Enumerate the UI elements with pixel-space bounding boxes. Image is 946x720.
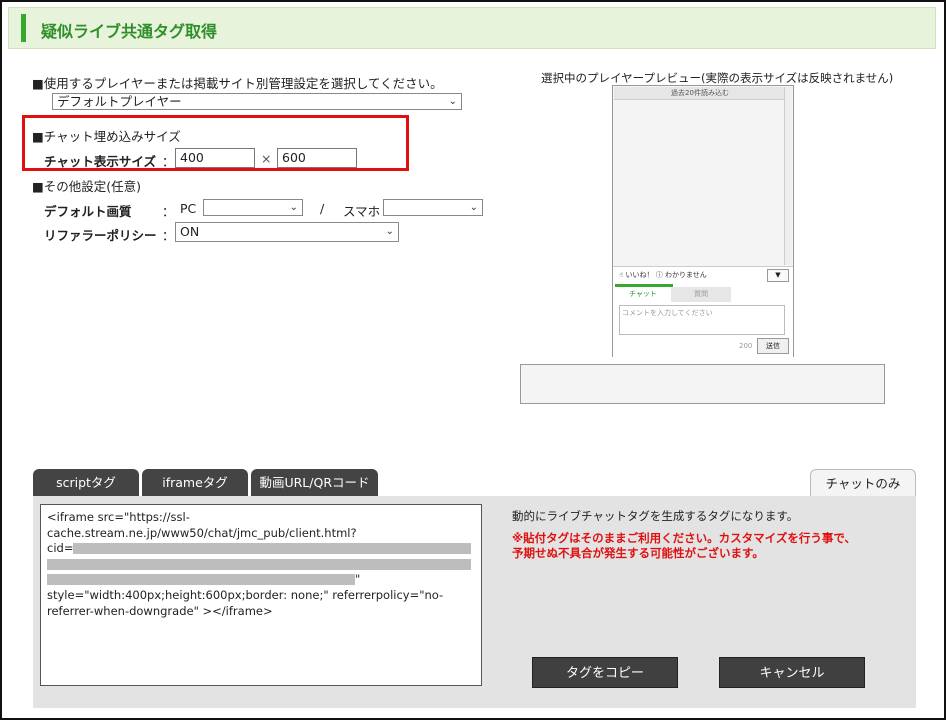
header-accent-bar [21,14,26,42]
player-select-label: ■使用するプレイヤーまたは掲載サイト別管理設定を選択してください。 [32,76,443,91]
preview-chat-area: ☝ いいね！ ⓘ わかりません ▼ チャット 質問 コメントを入力してください … [613,266,793,357]
tab-chat[interactable]: チャット [629,289,657,299]
preview-dropdown-icon[interactable]: ▼ [767,269,789,282]
chevron-down-icon: ⌄ [448,96,457,107]
warning-line-2: 予期せぬ不具合が発生する可能性がございます。 [512,546,764,560]
quality-label: デフォルト画質 [44,204,132,219]
load-past-button[interactable]: 過去20件読み込む [614,87,786,100]
preview-label: 選択中のプレイヤープレビュー(実際の表示サイズは反映されません) [541,71,894,85]
send-button[interactable]: 送信 [757,338,789,354]
tab-chat-only[interactable]: チャットのみ [810,469,916,496]
tag-description: 動的にライブチャットタグを生成するタグになります。 [512,509,799,523]
sp-quality-select[interactable]: ⌄ [383,199,483,216]
redacted-block [73,543,472,555]
warning-line-1: ※貼付タグはそのままご利用ください。カスタマイズを行う事で、 [512,531,856,545]
cancel-button[interactable]: キャンセル [719,657,865,688]
player-select-value: デフォルトプレイヤー [57,94,182,109]
thumbs-up-icon[interactable]: ☝ [619,271,623,279]
redacted-block [47,574,355,586]
sp-label: スマホ [343,204,381,219]
player-preview: 過去20件読み込む ☝ いいね！ ⓘ わかりません ▼ チャット 質問 コメント… [612,85,794,357]
quality-colon: ： [162,204,175,219]
chat-size-colon: ： [162,154,175,169]
page-title: 疑似ライブ共通タグ取得 [41,22,218,41]
preview-info-box [520,364,885,404]
chat-size-heading: ■チャット埋め込みサイズ [32,129,181,144]
chevron-down-icon: ⌄ [469,202,478,213]
dontknow-label[interactable]: わかりません [665,271,707,279]
copy-tag-button[interactable]: タグをコピー [532,657,678,688]
code-quote: " [355,572,361,587]
code-line: <iframe src="https://ssl- [47,510,190,524]
code-line: cid= [47,541,475,557]
dialog-header: 疑似ライブ共通タグ取得 [8,7,936,49]
question-icon[interactable]: ⓘ [656,271,663,279]
referrer-label: リファラーポリシー [44,228,157,243]
code-cid: cid= [47,541,74,556]
like-label[interactable]: いいね！ [626,271,654,279]
tab-script[interactable]: scriptタグ [33,469,139,496]
tab-video-url[interactable]: 動画URL/QRコード [251,469,378,496]
referrer-select[interactable]: ON ⌄ [175,222,399,242]
code-line: " [47,572,475,588]
pc-label: PC [180,201,197,216]
chat-width-input[interactable]: 400 [175,148,255,168]
referrer-value: ON [180,224,200,239]
code-line: referrer-when-downgrade" ></iframe> [47,603,273,618]
chevron-down-icon: ⌄ [385,226,394,237]
chevron-down-icon: ⌄ [289,202,298,213]
referrer-colon: ： [162,228,175,243]
slash-separator: / [320,201,325,216]
player-select[interactable]: デフォルトプレイヤー ⌄ [52,93,462,110]
active-tab-indicator [615,284,673,287]
reaction-bar: ☝ いいね！ ⓘ わかりません [619,270,707,280]
char-count: 200 [739,342,753,350]
preview-scrollbar[interactable] [784,87,792,265]
comment-input[interactable]: コメントを入力してください [619,305,785,335]
code-line: cache.stream.ne.jp/www50/chat/jmc_pub/cl… [47,525,357,540]
code-line: style="width:400px;height:600px;border: … [47,587,444,602]
tag-code-textarea[interactable]: <iframe src="https://ssl- cache.stream.n… [40,504,482,686]
code-line [47,557,475,573]
times-sign: × [261,151,272,166]
other-settings-heading: ■その他設定(任意) [32,179,142,194]
tab-iframe[interactable]: iframeタグ [142,469,248,496]
tab-question[interactable]: 質問 [671,287,731,302]
redacted-block [47,558,471,570]
chat-height-input[interactable]: 600 [277,148,357,168]
pc-quality-select[interactable]: ⌄ [203,199,303,216]
chat-size-label: チャット表示サイズ [44,154,157,169]
